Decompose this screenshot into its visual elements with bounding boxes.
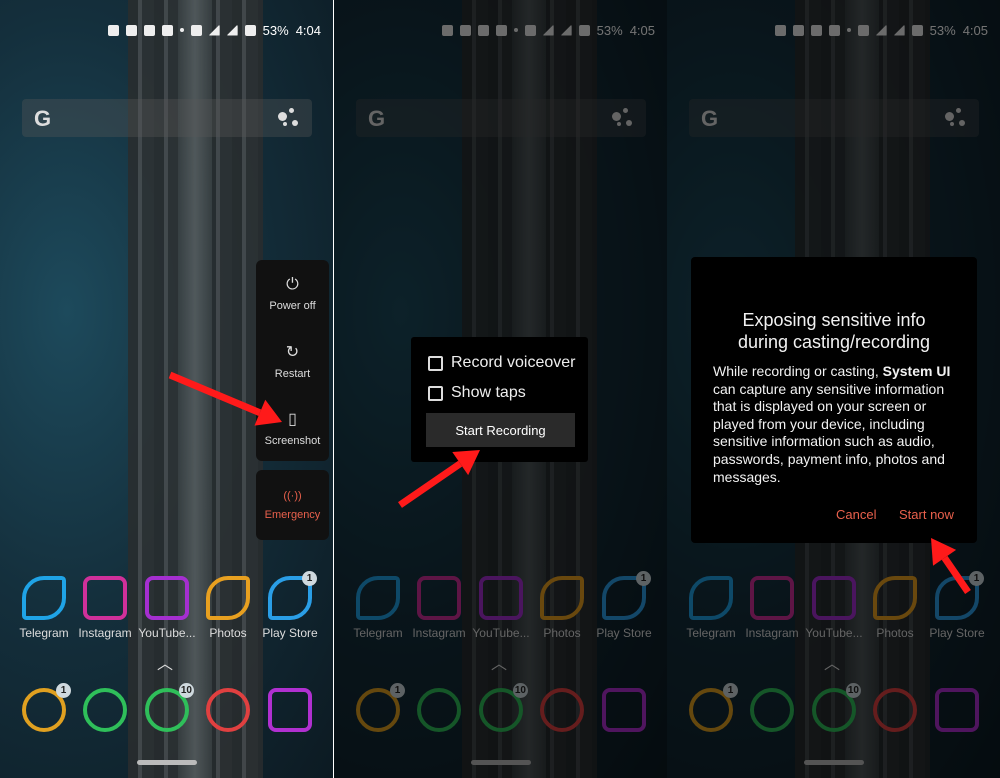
- youtube-icon: [145, 576, 189, 620]
- power-menu-restart[interactable]: ↻ Restart: [256, 327, 329, 394]
- gmail-icon: [143, 24, 155, 36]
- messages-icon[interactable]: 1: [22, 683, 71, 732]
- checkbox-record-voiceover[interactable]: Record voiceover: [428, 354, 576, 372]
- app-drawer-chevron-icon[interactable]: ︿: [157, 650, 173, 674]
- body-text: can capture any sensitive information th…: [713, 380, 945, 485]
- google-logo-icon: G: [34, 106, 52, 131]
- checkbox-label: Record voiceover: [451, 354, 576, 371]
- cancel-button[interactable]: Cancel: [836, 507, 876, 522]
- signal-icon: [226, 24, 238, 36]
- power-menu-emergency[interactable]: ((·)) Emergency: [256, 470, 329, 540]
- app-label: YouTube...: [138, 626, 196, 640]
- clock: 4:04: [295, 22, 321, 38]
- notification-badge: 1: [56, 683, 71, 698]
- dialog-body: While recording or casting, System UI ca…: [713, 363, 963, 486]
- notification-icon: [107, 24, 119, 36]
- restart-icon: ↻: [285, 343, 300, 361]
- chrome-icon[interactable]: [206, 688, 250, 732]
- dialog-title: Exposing sensitive info during casting/re…: [691, 309, 977, 353]
- app-label: Play Store: [262, 626, 318, 640]
- phone-screen-1: 53% 4:04 G Telegram Instagram YouTube... Photo…: [0, 0, 333, 778]
- screenshot-icon: ▯: [288, 410, 297, 428]
- google-assistant-icon[interactable]: [278, 108, 300, 128]
- phone-screen-3: 53%4:05GTelegramInstagramYouTube...Photo…: [667, 0, 1000, 778]
- app-label: Instagram: [78, 626, 132, 640]
- app-youtube[interactable]: YouTube...: [136, 576, 198, 640]
- app-instagram[interactable]: Instagram: [74, 576, 136, 640]
- playstore-icon: 1: [268, 571, 317, 620]
- photos-icon: [206, 576, 250, 620]
- power-icon: ⏻: [286, 275, 299, 293]
- status-bar: 53% 4:04: [107, 20, 321, 40]
- battery-icon: [244, 24, 256, 36]
- title-line: during casting/recording: [737, 332, 931, 352]
- checkbox-box[interactable]: [428, 385, 443, 401]
- start-recording-button[interactable]: Start Recording: [426, 413, 575, 447]
- emergency-icon: ((·)): [283, 489, 302, 502]
- phone-icon[interactable]: [83, 688, 127, 732]
- power-menu-screenshot[interactable]: ▯ Screenshot: [256, 394, 329, 461]
- camera-icon[interactable]: [268, 688, 312, 732]
- checkbox-show-taps[interactable]: Show taps: [428, 384, 526, 402]
- checkbox-box[interactable]: [428, 355, 443, 371]
- app-name: System UI: [882, 363, 951, 379]
- gesture-nav-pill[interactable]: [137, 760, 197, 765]
- app-photos[interactable]: Photos: [197, 576, 259, 640]
- title-line: Exposing sensitive info: [742, 310, 926, 330]
- power-menu: ⏻ Power off ↻ Restart ▯ Screenshot: [256, 260, 329, 461]
- body-text: While recording or casting,: [713, 363, 883, 379]
- menu-label: Screenshot: [264, 434, 321, 447]
- screen-record-dialog: Record voiceover Show taps Start Recording: [411, 337, 588, 462]
- menu-label: Emergency: [264, 508, 321, 521]
- notification-badge: 1: [302, 571, 317, 586]
- app-label: Photos: [209, 626, 247, 640]
- cast-permission-dialog: Exposing sensitive info during casting/re…: [691, 257, 977, 543]
- app-playstore[interactable]: 1 Play Store: [259, 571, 321, 640]
- menu-label: Power off: [269, 299, 316, 312]
- app-label: Telegram: [19, 626, 69, 640]
- start-now-button[interactable]: Start now: [899, 507, 954, 522]
- battery-percent: 53%: [262, 22, 289, 38]
- notification-badge: 10: [178, 683, 194, 698]
- quora-icon: [161, 24, 173, 36]
- dot-icon: [179, 28, 184, 32]
- instagram-icon: [83, 576, 127, 620]
- gmail-icon: [125, 24, 137, 36]
- whatsapp-icon[interactable]: 10: [145, 683, 194, 732]
- menu-label: Restart: [274, 367, 311, 380]
- checkbox-label: Show taps: [451, 384, 526, 401]
- wifi-icon: [208, 24, 220, 36]
- app-telegram[interactable]: Telegram: [13, 576, 75, 640]
- phone-screen-2: 53%4:05GTelegramInstagramYouTube...Photo…: [334, 0, 667, 778]
- telegram-icon: [22, 576, 66, 620]
- power-menu-power-off[interactable]: ⏻ Power off: [256, 260, 329, 327]
- google-search-bar[interactable]: G: [22, 99, 312, 137]
- call-icon: [190, 24, 202, 36]
